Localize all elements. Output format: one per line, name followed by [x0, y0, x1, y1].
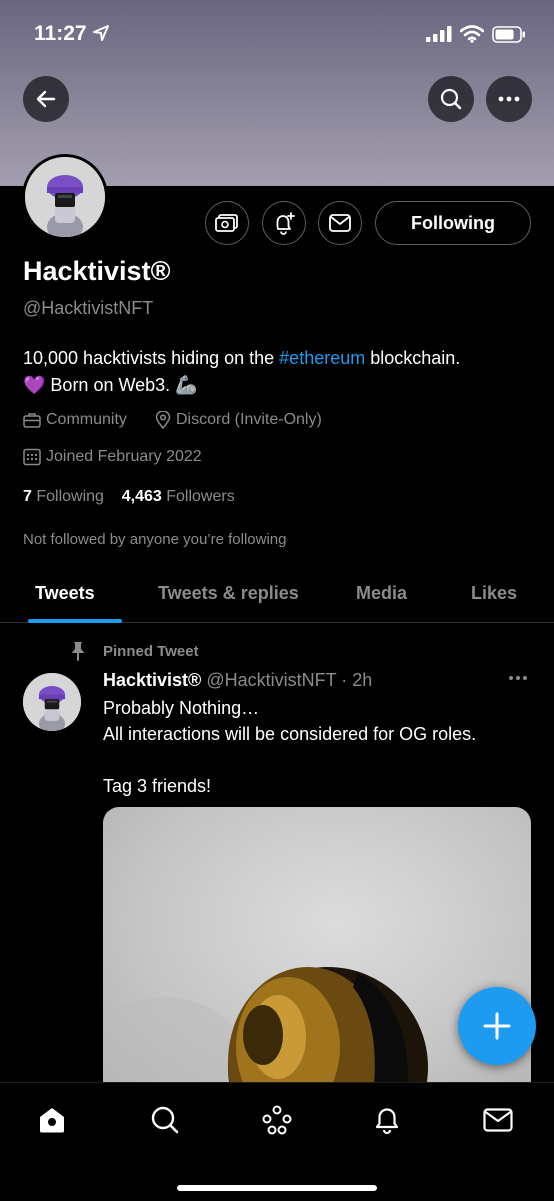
- nav-messages[interactable]: [481, 1103, 515, 1137]
- profile-avatar[interactable]: [22, 154, 108, 240]
- more-icon: [498, 96, 520, 102]
- search-icon: [440, 88, 462, 110]
- tweet-more-icon[interactable]: [508, 675, 528, 681]
- battery-icon: [492, 25, 525, 43]
- envelope-icon: [483, 1108, 513, 1132]
- profile-location: Discord (Invite-Only): [155, 411, 322, 429]
- tweet-header: Hacktivist® @HacktivistNFT · 2h: [103, 670, 372, 691]
- active-tab-indicator: [28, 619, 122, 623]
- pinned-tweet-text: Pinned Tweet: [103, 642, 199, 660]
- profile-handle: @HacktivistNFT: [23, 298, 154, 318]
- followers-label: Followers: [166, 488, 235, 505]
- purple-heart-icon: 💜: [23, 375, 46, 395]
- following-count: 7: [23, 488, 32, 505]
- briefcase-icon: [23, 413, 41, 428]
- following-link[interactable]: 7 Following: [23, 488, 104, 505]
- nav-search[interactable]: [148, 1103, 182, 1137]
- tip-button[interactable]: [205, 201, 249, 245]
- bell-plus-icon: [276, 212, 295, 235]
- tab-tweets[interactable]: Tweets: [35, 583, 95, 604]
- gold-helmet-image: [103, 967, 428, 1097]
- more-button[interactable]: [486, 76, 532, 122]
- notifications-button[interactable]: [262, 201, 306, 245]
- profile-joined: Joined February 2022: [23, 448, 202, 466]
- nav-notifications[interactable]: [370, 1103, 404, 1137]
- tweet-avatar[interactable]: [23, 673, 81, 731]
- hacker-avatar-icon: [23, 673, 81, 731]
- category-label: Community: [46, 411, 127, 428]
- bottom-nav: [0, 1082, 554, 1201]
- tab-media[interactable]: Media: [356, 583, 407, 604]
- bell-icon: [375, 1108, 399, 1135]
- pinned-tweet-label: Pinned Tweet: [67, 640, 199, 662]
- not-followed-note: Not followed by anyone you’re following: [23, 531, 287, 548]
- profile-stats: 7 Following 4,463 Followers: [23, 488, 235, 506]
- tip-jar-icon: [215, 214, 238, 232]
- tab-likes[interactable]: Likes: [471, 583, 517, 604]
- search-icon: [151, 1106, 179, 1134]
- following-label: Following: [36, 488, 104, 505]
- home-indicator: [177, 1185, 377, 1191]
- tab-tweets-replies[interactable]: Tweets & replies: [158, 583, 299, 604]
- signal-icon: [426, 26, 452, 42]
- followers-link[interactable]: 4,463 Followers: [122, 488, 235, 505]
- bio-text-3: Born on Web3.: [45, 375, 176, 395]
- profile-name: Hacktivist®: [23, 256, 171, 286]
- status-icons: [426, 25, 526, 43]
- compose-plus-icon: [483, 1012, 511, 1040]
- bio-text: 10,000 hacktivists hiding on the: [23, 348, 280, 368]
- pin-icon: [71, 642, 85, 661]
- avatar-image: [25, 157, 105, 237]
- arrow-left-icon: [36, 90, 56, 108]
- compose-tweet-button[interactable]: [458, 987, 536, 1065]
- home-icon: [40, 1108, 64, 1133]
- envelope-icon: [329, 214, 351, 232]
- spaces-icon: [262, 1105, 292, 1135]
- back-button[interactable]: [23, 76, 69, 122]
- location-pin-icon: [155, 411, 171, 429]
- status-time: 11:27: [34, 22, 87, 45]
- joined-label: Joined February 2022: [46, 448, 202, 465]
- profile-tabs: Tweets Tweets & replies Media Likes: [0, 566, 554, 623]
- wifi-icon: [460, 25, 484, 43]
- bio-hashtag-link[interactable]: #ethereum: [279, 348, 365, 368]
- nav-home[interactable]: [35, 1103, 69, 1137]
- search-button[interactable]: [428, 76, 474, 122]
- nav-spaces[interactable]: [260, 1103, 294, 1137]
- location-arrow-icon: [93, 25, 109, 41]
- bio-text-2: blockchain.: [365, 348, 461, 368]
- profile-bio: 10,000 hacktivists hiding on the #ethere…: [23, 345, 533, 399]
- tweet-author-name[interactable]: Hacktivist®: [103, 670, 201, 690]
- location-label: Discord (Invite-Only): [176, 411, 322, 428]
- following-button[interactable]: Following: [375, 201, 531, 245]
- tweet-author-meta: @HacktivistNFT · 2h: [206, 670, 373, 690]
- message-button[interactable]: [318, 201, 362, 245]
- flexed-arm-icon: 🦾: [175, 375, 198, 395]
- calendar-icon: [23, 448, 41, 466]
- profile-category: Community: [23, 411, 127, 429]
- followers-count: 4,463: [121, 488, 162, 505]
- tweet-media-image[interactable]: [103, 807, 531, 1097]
- hacker-avatar-icon: [25, 157, 105, 237]
- tweet-text: Probably Nothing… All interactions will …: [103, 698, 477, 796]
